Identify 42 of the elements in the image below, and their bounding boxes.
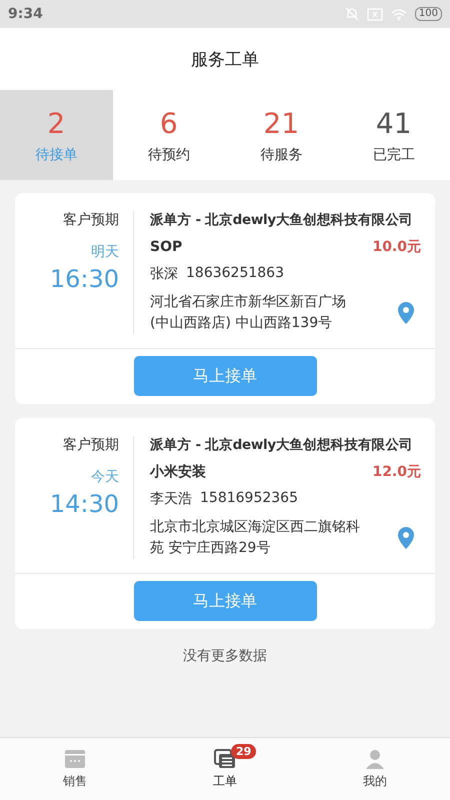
expect-day: 明天 — [91, 243, 119, 261]
price-text: 10.0元 — [372, 238, 421, 256]
nav-tab[interactable]: 我的 — [300, 738, 450, 800]
expect-label: 客户预期 — [63, 436, 119, 454]
service-name: SOP — [150, 239, 182, 255]
expect-day: 今天 — [91, 468, 119, 486]
expect-label: 客户预期 — [63, 211, 119, 229]
tab-count: 2 — [47, 106, 66, 140]
card-icon — [64, 748, 86, 768]
location-pin-icon[interactable] — [397, 301, 415, 325]
no-more-data-text: 没有更多数据 — [183, 647, 267, 665]
contact-name: 李天浩 — [150, 490, 192, 508]
phone-number: 18636251863 — [186, 265, 284, 283]
dispatcher-text: 派单方 - 北京dewly大鱼创想科技有限公司 — [150, 436, 414, 454]
nav-tab[interactable]: 29 工单 — [150, 738, 300, 800]
count-badge: 29 — [231, 744, 256, 759]
dispatcher-text: 派单方 - 北京dewly大鱼创想科技有限公司 — [150, 211, 414, 229]
list-icon — [214, 748, 236, 768]
address-text: 河北省石家庄市新华区新百广场(中山西路店) 中山西路139号 — [150, 293, 347, 333]
location-pin-icon[interactable] — [397, 526, 415, 550]
tab-label: 已完工 — [372, 146, 415, 164]
address-text: 北京市北京城区海淀区西二旗铭科苑 安宁庄西路29号 — [150, 518, 361, 558]
tab-count: 41 — [376, 106, 412, 140]
battery-level: 100 — [414, 7, 442, 21]
contact-name: 张深 — [150, 265, 178, 283]
tab-label: 待接单 — [35, 146, 78, 164]
service-name: 小米安装 — [150, 463, 206, 481]
phone-number: 15816952365 — [200, 490, 298, 508]
wifi-icon — [390, 8, 407, 20]
sim-icon — [366, 8, 383, 20]
tab-label: 待服务 — [260, 146, 302, 164]
bell-off-icon — [344, 7, 359, 21]
nav-tab[interactable]: 销售 — [0, 738, 150, 800]
tab-count: 6 — [160, 106, 178, 140]
tab-count: 21 — [263, 106, 300, 140]
person-icon — [365, 748, 385, 768]
expect-time: 14:30 — [50, 490, 119, 518]
tab-label: 待预约 — [148, 146, 190, 164]
price-text: 12.0元 — [372, 463, 421, 481]
expect-time: 16:30 — [50, 265, 119, 293]
status-time: 9:34 — [8, 6, 43, 22]
page-title: 服务工单 — [191, 48, 259, 70]
